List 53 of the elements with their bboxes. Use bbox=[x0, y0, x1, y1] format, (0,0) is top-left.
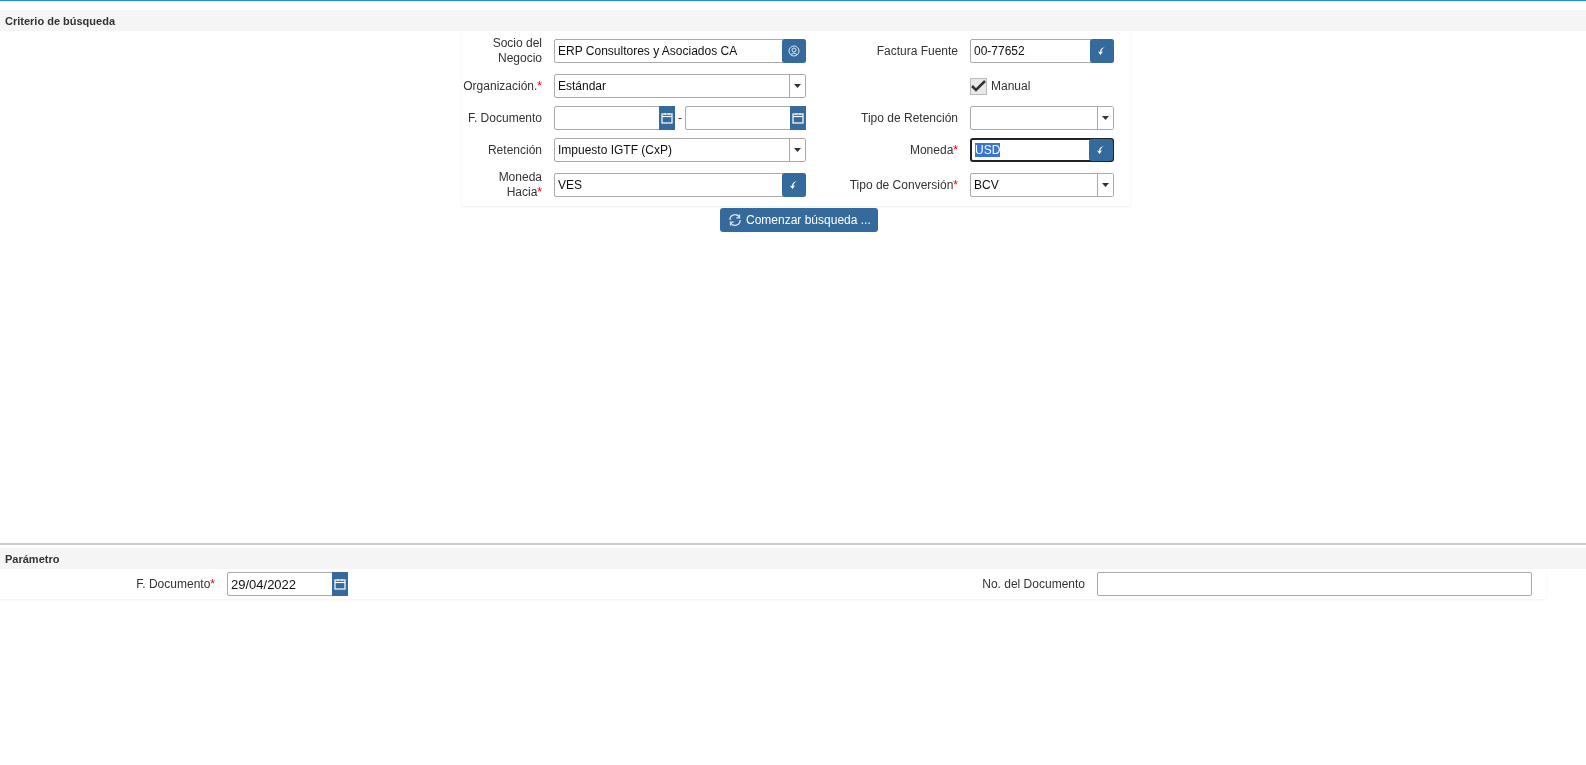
lookup-button[interactable] bbox=[782, 39, 806, 63]
field-label: No. del Documento bbox=[981, 576, 1085, 592]
refresh-icon bbox=[727, 212, 743, 228]
caret-icon bbox=[1102, 116, 1109, 120]
date-field[interactable]: 29/04/2022 bbox=[227, 572, 348, 596]
dropdown-field[interactable]: Estándar bbox=[554, 74, 806, 98]
lookup-button[interactable] bbox=[782, 173, 806, 197]
date-field[interactable] bbox=[685, 106, 806, 130]
calendar-button[interactable] bbox=[790, 106, 806, 130]
arrow-icon bbox=[1097, 46, 1107, 56]
calendar-icon bbox=[334, 578, 346, 590]
dropdown-button[interactable] bbox=[1097, 174, 1113, 196]
field-label: Tipo de Conversión* bbox=[848, 177, 958, 193]
field-label: Tipo de Retención bbox=[860, 110, 958, 126]
checkbox[interactable] bbox=[970, 77, 987, 95]
dropdown-button[interactable] bbox=[1097, 107, 1113, 129]
section-title: Criterio de búsqueda bbox=[5, 14, 116, 27]
section-title: Parámetro bbox=[5, 552, 60, 565]
field-label: Moneda Hacia* bbox=[497, 170, 542, 200]
calendar-button[interactable] bbox=[659, 106, 675, 130]
arrow-icon bbox=[789, 180, 799, 190]
date-field[interactable] bbox=[554, 106, 675, 130]
dropdown-field[interactable]: Impuesto IGTF (CxP) bbox=[554, 138, 806, 162]
lookup-button[interactable] bbox=[1089, 139, 1113, 161]
caret-icon bbox=[794, 84, 801, 88]
field-label: Retención bbox=[486, 142, 542, 158]
arrow-icon bbox=[1096, 145, 1106, 155]
field-label: F. Documento bbox=[466, 110, 542, 126]
input-field[interactable]: VES bbox=[554, 173, 806, 197]
input-field[interactable]: USD bbox=[970, 138, 1114, 162]
input-field[interactable] bbox=[1097, 572, 1532, 596]
dropdown-button[interactable] bbox=[789, 75, 805, 97]
calendar-button[interactable] bbox=[332, 572, 348, 596]
dropdown-field[interactable]: BCV bbox=[970, 173, 1114, 197]
calendar-icon bbox=[792, 112, 804, 124]
field-label: F. Documento* bbox=[135, 576, 215, 592]
input-field[interactable]: ERP Consultores y Asociados CA bbox=[554, 39, 806, 63]
field-label: Organización.* bbox=[462, 78, 542, 94]
caret-icon bbox=[794, 148, 801, 152]
lookup-button[interactable] bbox=[1090, 39, 1114, 63]
field-label: Socio del Negocio bbox=[491, 36, 542, 66]
dropdown-field[interactable] bbox=[970, 106, 1114, 130]
calendar-icon bbox=[661, 112, 673, 124]
person-icon bbox=[788, 45, 800, 57]
search-button[interactable]: Comenzar búsqueda ... bbox=[720, 208, 878, 232]
caret-icon bbox=[1102, 183, 1109, 187]
checkbox-label: Manual bbox=[991, 79, 1031, 93]
dropdown-button[interactable] bbox=[789, 139, 805, 161]
input-field[interactable]: 00-77652 bbox=[970, 39, 1114, 63]
field-label: Factura Fuente bbox=[875, 43, 958, 59]
field-label: Moneda* bbox=[908, 142, 958, 158]
range-separator: - bbox=[678, 111, 682, 125]
check-icon bbox=[971, 80, 986, 92]
